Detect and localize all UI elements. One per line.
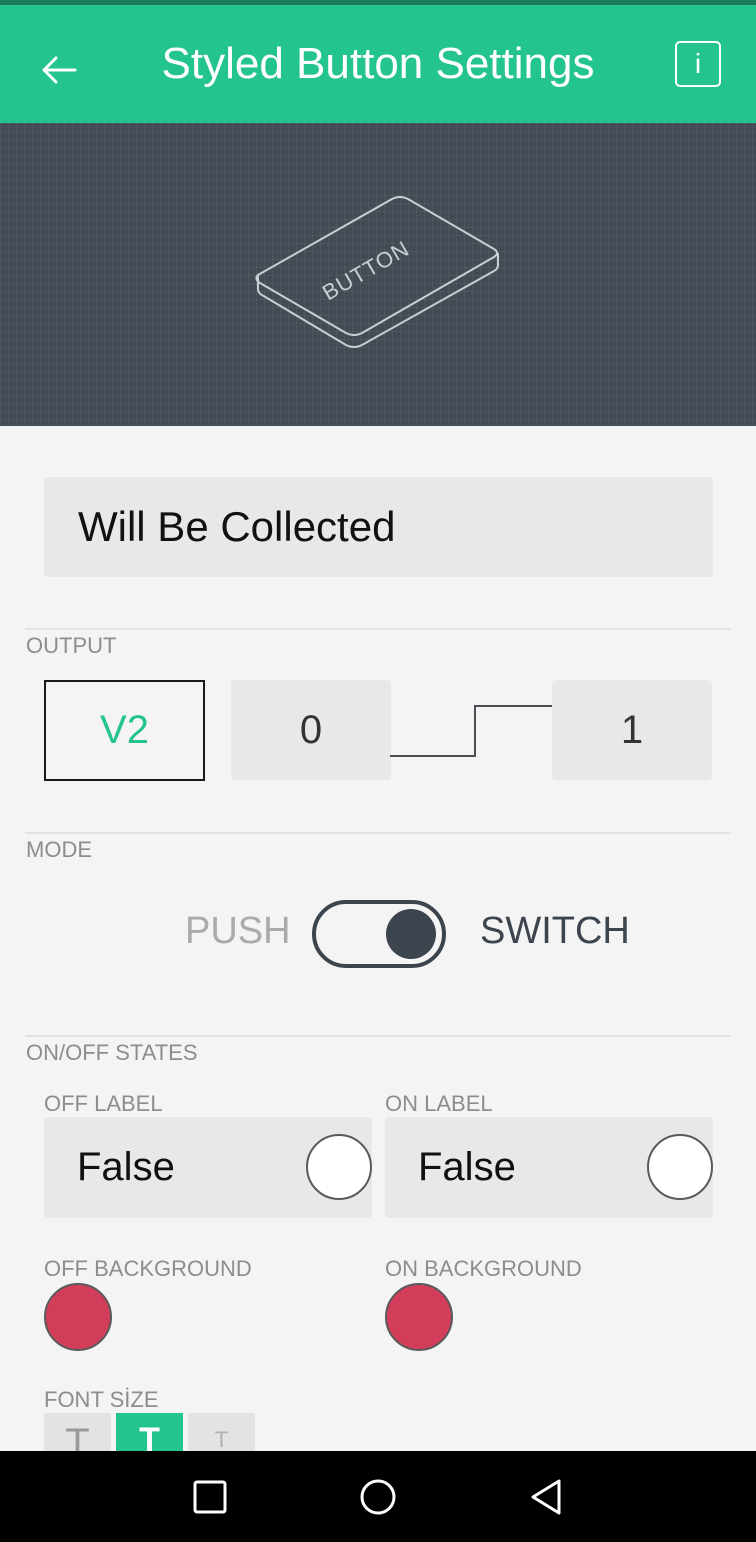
output-max-value: 1	[620, 707, 644, 752]
off-label-color-picker[interactable]	[306, 1134, 372, 1200]
font-size-medium-button[interactable]: T	[116, 1413, 183, 1451]
preview-button-label: BUTTON	[318, 236, 414, 306]
section-label-states: ON/OFF STATES	[26, 1040, 198, 1065]
page-title: Styled Button Settings	[161, 39, 595, 88]
font-size-large-button[interactable]: T	[44, 1413, 111, 1451]
mode-toggle[interactable]	[312, 900, 446, 968]
arrow-left-icon	[42, 56, 77, 84]
back-icon[interactable]	[529, 1478, 565, 1516]
info-icon: i	[694, 48, 702, 79]
output-min-input[interactable]: 0	[231, 680, 391, 780]
off-label-title: OFF LABEL	[44, 1091, 163, 1116]
info-button[interactable]: i	[675, 41, 721, 87]
section-label-mode: MODE	[26, 837, 92, 862]
home-icon[interactable]	[359, 1478, 397, 1516]
output-max-input[interactable]: 1	[552, 680, 712, 780]
on-label-value: False	[418, 1145, 516, 1189]
off-background-title: OFF BACKGROUND	[44, 1256, 252, 1281]
output-min-value: 0	[299, 707, 323, 752]
off-label-input[interactable]: False	[44, 1117, 372, 1218]
pin-selector[interactable]: V2	[44, 680, 205, 781]
on-background-color-picker[interactable]	[385, 1283, 453, 1351]
on-label-color-picker[interactable]	[647, 1134, 713, 1200]
font-size-large-icon: T	[65, 1421, 90, 1451]
toggle-knob	[386, 909, 436, 959]
on-background-title: ON BACKGROUND	[385, 1256, 582, 1281]
mode-switch-label[interactable]: SWITCH	[480, 910, 630, 953]
off-label-value: False	[77, 1145, 175, 1189]
divider	[25, 1035, 731, 1037]
widget-preview: BUTTON	[0, 123, 756, 426]
back-button[interactable]	[32, 43, 86, 97]
mode-push-label[interactable]: PUSH	[185, 910, 291, 953]
step-line-icon	[390, 705, 552, 757]
divider	[25, 628, 731, 630]
font-size-small-icon: T	[214, 1427, 229, 1451]
pin-value: V2	[100, 708, 149, 752]
divider	[25, 832, 731, 834]
font-size-medium-icon: T	[139, 1421, 160, 1451]
font-size-small-button[interactable]: T	[188, 1413, 255, 1451]
on-label-title: ON LABEL	[385, 1091, 493, 1116]
widget-name-input[interactable]: Will Be Collected	[44, 477, 713, 577]
recent-apps-icon[interactable]	[193, 1480, 227, 1514]
off-background-color-picker[interactable]	[44, 1283, 112, 1351]
section-label-output: OUTPUT	[26, 633, 117, 658]
widget-name-value: Will Be Collected	[78, 503, 396, 550]
system-nav-bar	[0, 1451, 756, 1542]
button-illustration-icon: BUTTON	[255, 196, 499, 348]
font-size-title: FONT SİZE	[44, 1387, 159, 1412]
app-header: Styled Button Settings i	[0, 5, 756, 123]
on-label-input[interactable]: False	[385, 1117, 713, 1218]
